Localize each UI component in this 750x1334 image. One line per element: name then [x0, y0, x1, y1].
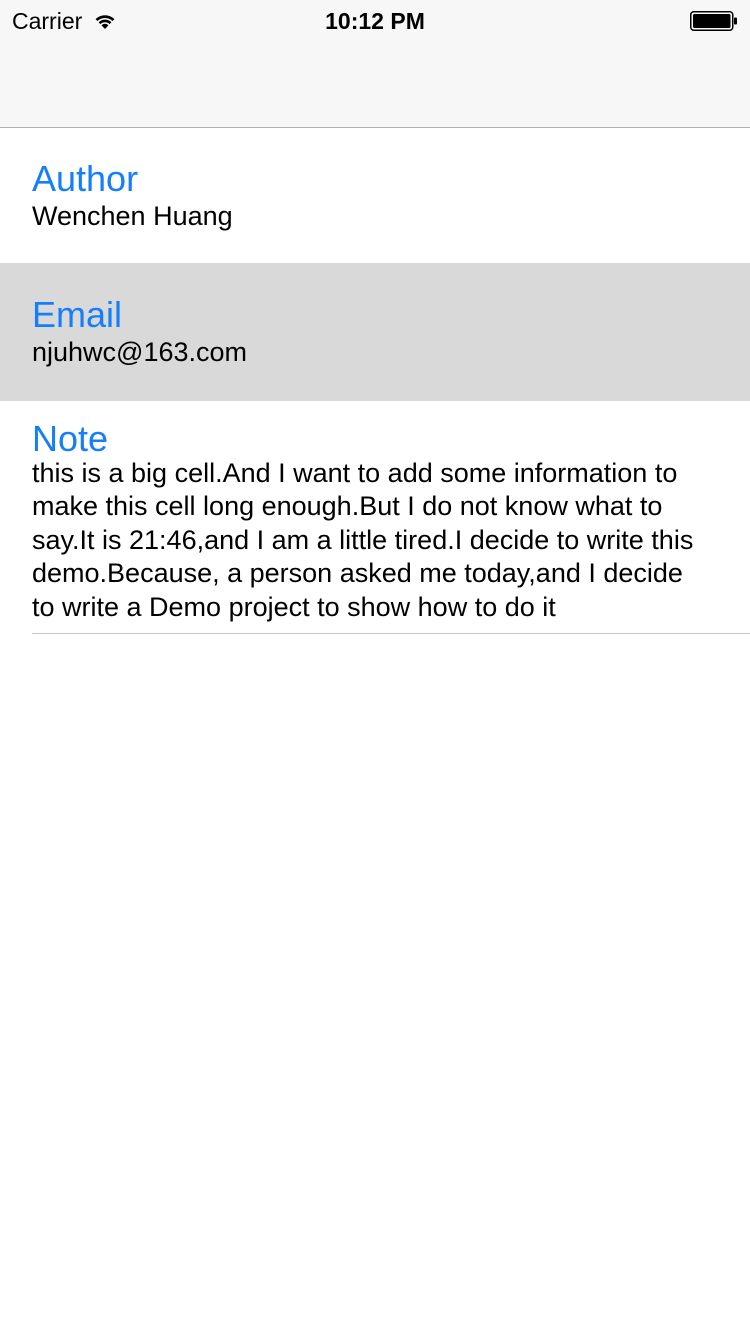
detail-table: Author Wenchen Huang Email njuhwc@163.co…: [0, 128, 750, 635]
row-separator: [32, 633, 750, 635]
note-value: this is a big cell.And I want to add som…: [32, 458, 694, 622]
clock: 10:12 PM: [325, 8, 425, 34]
status-bar: Carrier 10:12 PM: [0, 0, 750, 40]
author-title: Author: [32, 158, 139, 199]
battery-icon: [690, 11, 737, 31]
note-cell[interactable]: Note this is a big cell.And I want to ad…: [0, 401, 750, 635]
navigation-bar: Carrier 10:12 PM: [0, 0, 750, 128]
email-title: Email: [32, 294, 123, 335]
author-cell[interactable]: Author Wenchen Huang: [0, 128, 750, 263]
author-value: Wenchen Huang: [32, 201, 233, 231]
email-cell[interactable]: Email njuhwc@163.com: [0, 263, 750, 401]
note-title: Note: [32, 418, 109, 459]
email-value: njuhwc@163.com: [32, 337, 248, 367]
